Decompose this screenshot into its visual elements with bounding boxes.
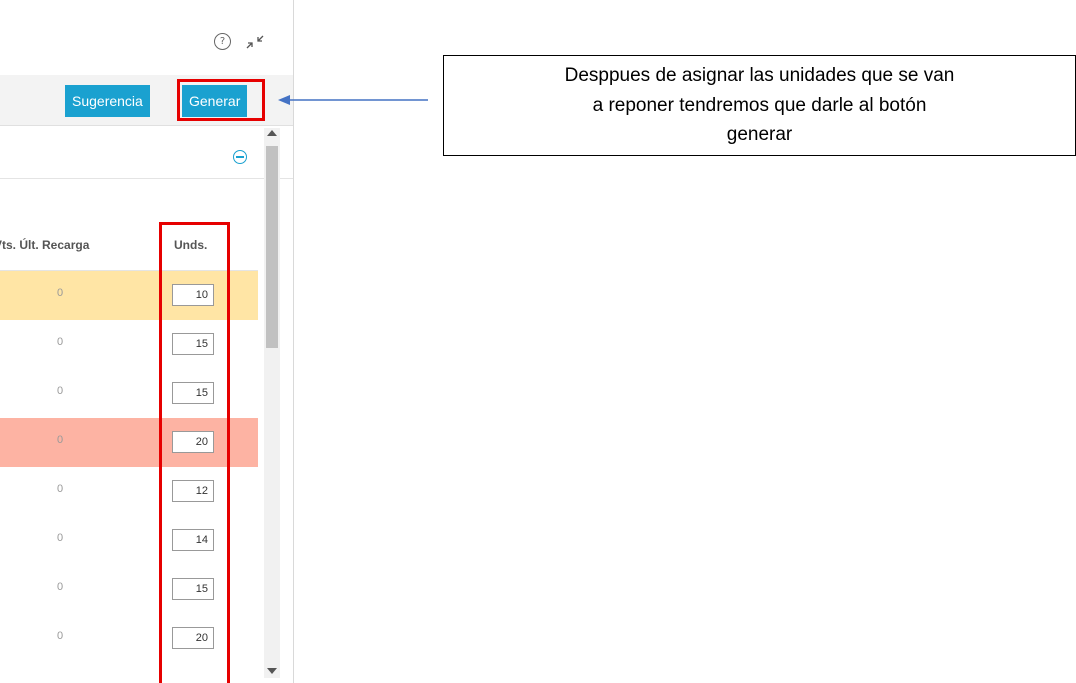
vts-cell: 0	[57, 336, 64, 348]
annotation-callout: Desppues de asignar las unidades que se …	[443, 55, 1076, 156]
unds-input[interactable]: 20	[172, 627, 214, 649]
table-row[interactable]: 0 20	[0, 418, 258, 467]
vts-cell: 0	[57, 532, 64, 544]
generar-button[interactable]: Generar	[182, 85, 248, 117]
unds-input[interactable]: 10	[172, 284, 214, 306]
collapse-icon[interactable]	[245, 34, 265, 50]
collapse-panel-icon[interactable]	[233, 150, 247, 164]
panel-header	[0, 134, 293, 179]
unds-input[interactable]: 20	[172, 431, 214, 453]
vts-cell: 0	[57, 581, 64, 593]
column-header-vts[interactable]: Vts. Últ. Recarga	[0, 238, 89, 252]
table-row[interactable]: 0 10	[0, 271, 258, 320]
app-window: ? Sugerencia Generar Vts. Últ. Recarga U…	[0, 0, 294, 683]
sugerencia-button[interactable]: Sugerencia	[65, 85, 150, 117]
help-icon[interactable]: ?	[214, 33, 231, 50]
vts-cell: 0	[57, 385, 64, 397]
table-row[interactable]: 0 12	[0, 467, 258, 516]
table-panel: Vts. Últ. Recarga Unds. 0 10 0 15 0 15 0 20 0 12 0…	[0, 134, 293, 682]
vertical-scrollbar[interactable]	[264, 128, 280, 678]
scroll-down-arrow-icon[interactable]	[267, 668, 277, 674]
vts-cell: 0	[57, 483, 64, 495]
table-row[interactable]: 0 15	[0, 320, 258, 369]
unds-input[interactable]: 14	[172, 529, 214, 551]
vts-cell: 0	[57, 630, 64, 642]
table-row[interactable]: 0 20	[0, 614, 258, 663]
annotation-arrow-icon	[278, 95, 428, 105]
table-row[interactable]: 0 15	[0, 565, 258, 614]
scroll-thumb[interactable]	[266, 146, 278, 348]
unds-input[interactable]: 12	[172, 480, 214, 502]
annotation-text: Desppues de asignar las unidades que se …	[564, 65, 955, 146]
unds-input[interactable]: 15	[172, 578, 214, 600]
unds-input[interactable]: 15	[172, 333, 214, 355]
scroll-up-arrow-icon[interactable]	[267, 130, 277, 136]
toolbar: Sugerencia Generar	[0, 75, 293, 126]
vts-cell: 0	[57, 287, 64, 299]
table-row[interactable]: 0 14	[0, 516, 258, 565]
table-body: 0 10 0 15 0 15 0 20 0 12 0 14 0 15 0 20	[0, 271, 258, 663]
window-controls: ?	[214, 33, 265, 50]
unds-input[interactable]: 15	[172, 382, 214, 404]
column-header-unds[interactable]: Unds.	[174, 238, 207, 252]
table-row[interactable]: 0 15	[0, 369, 258, 418]
vts-cell: 0	[57, 434, 64, 446]
